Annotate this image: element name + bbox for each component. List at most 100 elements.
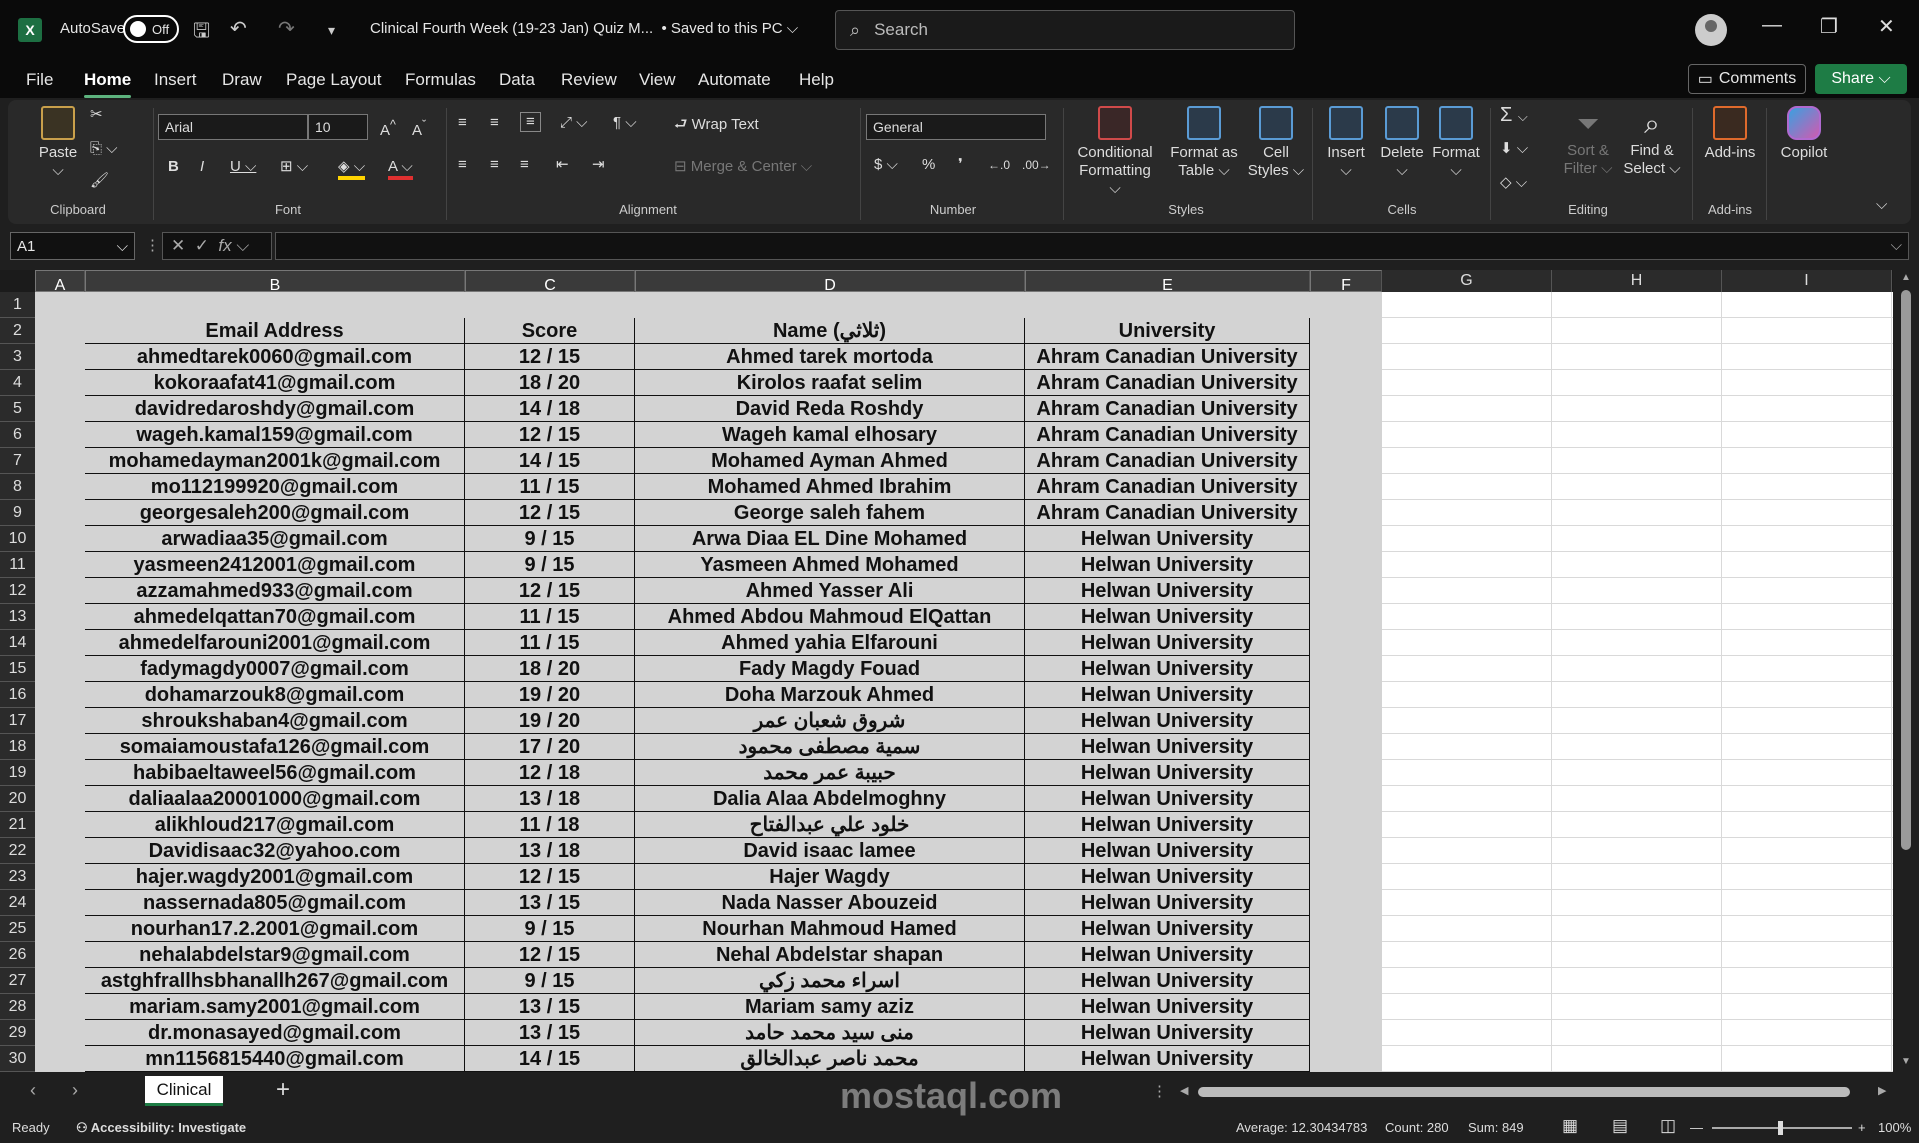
number-format-select[interactable]: General	[866, 114, 1046, 140]
table-cell[interactable]: Ahram Canadian University	[1025, 448, 1310, 474]
row-header[interactable]: 16	[0, 682, 35, 708]
table-cell[interactable]: 12 / 15	[465, 942, 635, 968]
table-cell[interactable]: Ahram Canadian University	[1025, 396, 1310, 422]
tab-formulas[interactable]: Formulas	[405, 70, 476, 90]
column-header-B[interactable]: B	[85, 270, 465, 294]
redo-icon[interactable]: ↷	[278, 16, 295, 41]
table-cell[interactable]: Ahram Canadian University	[1025, 474, 1310, 500]
table-cell[interactable]: 11 / 15	[465, 630, 635, 656]
table-cell[interactable]: محمد ناصر عبدالخالق	[635, 1046, 1025, 1072]
table-cell[interactable]: dohamarzouk8@gmail.com	[85, 682, 465, 708]
column-header-I[interactable]: I	[1722, 270, 1892, 292]
copy-icon[interactable]: ⎘ ⌵	[90, 140, 118, 158]
row-header[interactable]: 15	[0, 656, 35, 682]
percent-icon[interactable]: %	[922, 156, 935, 174]
clear-icon[interactable]: ◇ ⌵	[1500, 174, 1527, 192]
tab-data[interactable]: Data	[499, 70, 535, 90]
find-select-button[interactable]: ⌕ Find & Select ⌵	[1620, 106, 1684, 178]
table-cell[interactable]: Helwan University	[1025, 552, 1310, 578]
table-cell[interactable]: 11 / 18	[465, 812, 635, 838]
table-cell[interactable]: Nada Nasser Abouzeid	[635, 890, 1025, 916]
italic-icon[interactable]: I	[200, 158, 204, 176]
tab-page-layout[interactable]: Page Layout	[286, 70, 381, 90]
table-cell[interactable]: Helwan University	[1025, 812, 1310, 838]
table-cell[interactable]: Helwan University	[1025, 890, 1310, 916]
table-cell[interactable]: alikhloud217@gmail.com	[85, 812, 465, 838]
table-cell[interactable]: 13 / 15	[465, 890, 635, 916]
column-header-F[interactable]: F	[1310, 270, 1382, 294]
cut-icon[interactable]: ✂	[90, 106, 103, 124]
table-cell[interactable]: Ahram Canadian University	[1025, 370, 1310, 396]
table-cell[interactable]: arwadiaa35@gmail.com	[85, 526, 465, 552]
table-cell[interactable]: Ahram Canadian University	[1025, 422, 1310, 448]
table-cell[interactable]: astghfrallhsbhanallh267@gmail.com	[85, 968, 465, 994]
table-cell[interactable]: nourhan17.2.2001@gmail.com	[85, 916, 465, 942]
table-cell[interactable]: kokoraafat41@gmail.com	[85, 370, 465, 396]
table-cell[interactable]: daliaalaa20001000@gmail.com	[85, 786, 465, 812]
row-header[interactable]: 22	[0, 838, 35, 864]
more-sheets-icon[interactable]: ⋮	[1152, 1082, 1167, 1100]
page-break-view-icon[interactable]: ◫	[1660, 1116, 1676, 1136]
column-header-A[interactable]: A	[35, 270, 85, 294]
row-header[interactable]: 14	[0, 630, 35, 656]
align-top-icon[interactable]: ≡	[458, 114, 467, 132]
column-header-E[interactable]: E	[1025, 270, 1310, 294]
expand-formula-icon[interactable]: ⌵	[1891, 237, 1902, 254]
table-cell[interactable]: George saleh fahem	[635, 500, 1025, 526]
row-header[interactable]: 13	[0, 604, 35, 630]
table-cell[interactable]: اسراء محمد زكي	[635, 968, 1025, 994]
table-cell[interactable]: davidredaroshdy@gmail.com	[85, 396, 465, 422]
cell-styles-button[interactable]: Cell Styles ⌵	[1244, 106, 1308, 180]
zoom-slider-thumb[interactable]	[1778, 1121, 1783, 1135]
underline-icon[interactable]: U ⌵	[230, 158, 256, 176]
tab-insert[interactable]: Insert	[154, 70, 197, 90]
table-cell[interactable]: Helwan University	[1025, 786, 1310, 812]
vertical-scrollbar[interactable]: ▲ ▼	[1893, 270, 1919, 1072]
row-header[interactable]: 4	[0, 370, 35, 396]
tab-automate[interactable]: Automate	[698, 70, 771, 90]
row-header[interactable]: 12	[0, 578, 35, 604]
table-cell[interactable]: mohamedayman2001k@gmail.com	[85, 448, 465, 474]
row-header[interactable]: 8	[0, 474, 35, 500]
scroll-down-icon[interactable]: ▼	[1901, 1056, 1911, 1067]
table-cell[interactable]: 9 / 15	[465, 526, 635, 552]
increase-decimal-icon[interactable]: ←.0	[988, 156, 1010, 174]
orientation-icon[interactable]: ⤢ ⌵	[560, 114, 588, 132]
fill-color-icon[interactable]: ◈ ⌵	[338, 158, 366, 180]
tab-home[interactable]: Home	[84, 70, 132, 98]
paste-button[interactable]: Paste ⌵	[28, 106, 88, 180]
zoom-in-icon[interactable]: +	[1858, 1120, 1866, 1135]
search-box[interactable]: ⌕ Search	[835, 10, 1295, 50]
table-cell[interactable]: Helwan University	[1025, 916, 1310, 942]
tab-review[interactable]: Review	[561, 70, 617, 90]
tab-help[interactable]: Help	[799, 70, 834, 90]
table-cell[interactable]: 9 / 15	[465, 916, 635, 942]
table-cell[interactable]: mn1156815440@gmail.com	[85, 1046, 465, 1072]
formula-buttons[interactable]: ✕ ✓ fx ⌵	[162, 232, 272, 260]
row-header[interactable]: 11	[0, 552, 35, 578]
table-cell[interactable]: Helwan University	[1025, 838, 1310, 864]
table-cell[interactable]: Helwan University	[1025, 942, 1310, 968]
copilot-button[interactable]: Copilot	[1772, 106, 1836, 162]
autosave-toggle[interactable]: Off	[123, 15, 179, 43]
scroll-right-icon[interactable]: ▶	[1878, 1084, 1886, 1097]
table-cell[interactable]: fadymagdy0007@gmail.com	[85, 656, 465, 682]
enter-icon[interactable]: ✓	[195, 236, 209, 255]
table-header-cell[interactable]: University	[1025, 318, 1310, 344]
formula-input[interactable]: ⌵	[275, 232, 1909, 260]
table-cell[interactable]: 11 / 15	[465, 474, 635, 500]
row-header[interactable]: 29	[0, 1020, 35, 1046]
table-cell[interactable]: 11 / 15	[465, 604, 635, 630]
accessibility-status[interactable]: ⚇ Accessibility: Investigate	[76, 1120, 246, 1136]
table-cell[interactable]: 12 / 15	[465, 578, 635, 604]
table-cell[interactable]: حبيبة عمر محمد	[635, 760, 1025, 786]
decrease-font-icon[interactable]: Aˇ	[412, 116, 426, 140]
table-cell[interactable]: yasmeen2412001@gmail.com	[85, 552, 465, 578]
table-cell[interactable]: Nehal Abdelstar shapan	[635, 942, 1025, 968]
prev-sheet-icon[interactable]: ‹	[30, 1080, 36, 1101]
table-cell[interactable]: Helwan University	[1025, 604, 1310, 630]
align-right-icon[interactable]: ≡	[520, 156, 529, 174]
table-cell[interactable]: 13 / 18	[465, 786, 635, 812]
comma-icon[interactable]: ❜	[958, 156, 963, 174]
addins-button[interactable]: Add-ins	[1698, 106, 1762, 162]
